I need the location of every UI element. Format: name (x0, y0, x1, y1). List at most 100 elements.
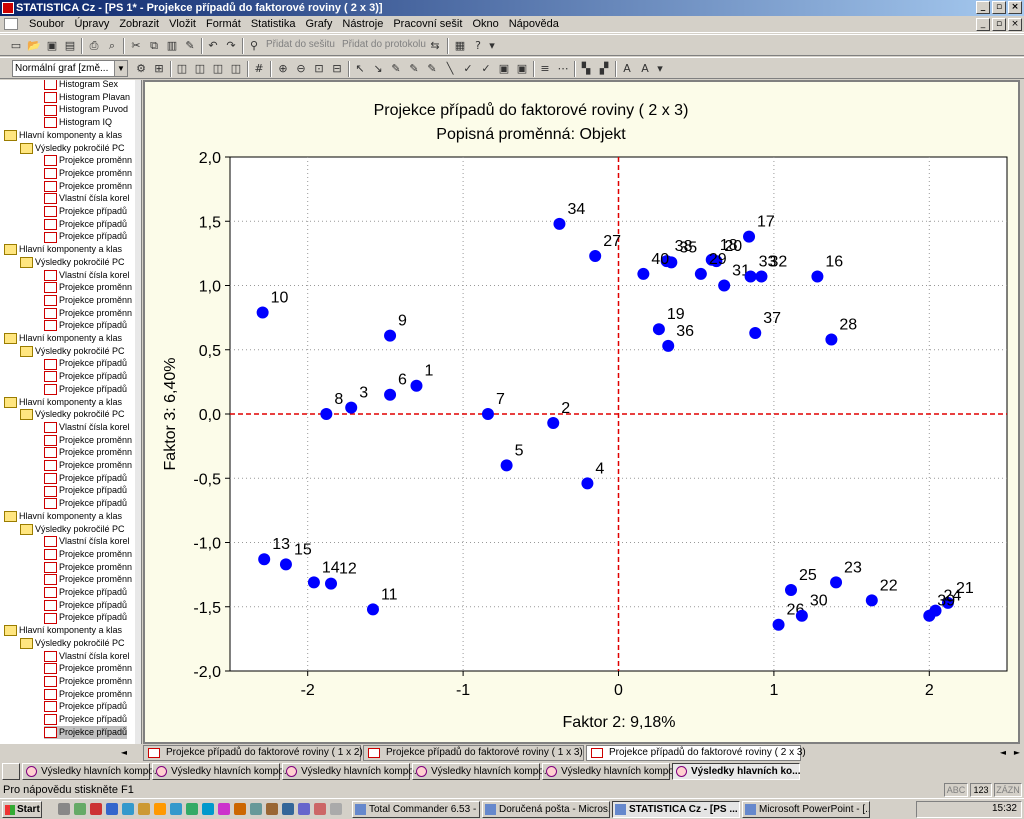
tree-item[interactable]: Projekce případů (44, 383, 127, 396)
edit-icon-1[interactable]: ✎ (388, 61, 404, 77)
tree-item[interactable]: Projekce proměnn (44, 459, 132, 472)
menu-item-2[interactable]: Zobrazit (114, 18, 164, 30)
tree-item[interactable]: Výsledky pokročilé PC (20, 408, 125, 421)
minimize-button[interactable]: _ (976, 1, 990, 14)
edit-icon-3[interactable]: ✎ (424, 61, 440, 77)
tree-item[interactable]: Projekce proměnn (44, 446, 132, 459)
tree-item[interactable]: Vlastní čísla korel (44, 650, 130, 663)
quicklaunch-icon-4[interactable] (122, 803, 134, 815)
brush-icon[interactable]: ↘ (370, 61, 386, 77)
quicklaunch-icon-9[interactable] (202, 803, 214, 815)
tree-item[interactable]: Projekce proměnn (44, 307, 132, 320)
menu-item-3[interactable]: Vložit (164, 18, 201, 30)
menu-item-5[interactable]: Statistika (246, 18, 301, 30)
plot-icon-1[interactable]: ◫ (174, 61, 190, 77)
edit-icon-2[interactable]: ✎ (406, 61, 422, 77)
graph-window[interactable]: -2 -1 0 1 2 2,0 1,5 1,0 0,5 0,0 -0,5 -1,0 -1,5 -2,0 1 2… (143, 80, 1020, 744)
tree-item[interactable]: Vlastní čísla korel (44, 192, 130, 205)
tree-item[interactable]: Projekce proměnn (44, 688, 132, 701)
workbook-tree[interactable]: Histogram Sex Histogram Plavan Histogram P… (0, 80, 142, 744)
redo-icon[interactable]: ↷ (223, 38, 239, 54)
undo-icon[interactable]: ↶ (205, 38, 221, 54)
tree-item[interactable]: Vlastní čísla korel (44, 269, 130, 282)
save-icon[interactable]: ▣ (44, 38, 60, 54)
tree-item[interactable]: Projekce proměnn (44, 548, 132, 561)
tree-item[interactable]: Hlavní komponenty a klas (4, 624, 122, 637)
plot-icon-4[interactable]: ◫ (228, 61, 244, 77)
taskbar-task-2[interactable]: Doručená pošta - Micros... (482, 801, 610, 818)
chevron-down-icon[interactable]: ▼ (114, 61, 127, 76)
menu-item-4[interactable]: Formát (201, 18, 246, 30)
quicklaunch-icon-5[interactable] (138, 803, 150, 815)
quicklaunch-icon-2[interactable] (90, 803, 102, 815)
tree-item[interactable]: Projekce případů (44, 586, 127, 599)
quicklaunch-icon-13[interactable] (266, 803, 278, 815)
doc-close-button[interactable]: × (1008, 18, 1022, 31)
quicklaunch-icon-8[interactable] (186, 803, 198, 815)
taskbar-task-3[interactable]: STATISTICA Cz - [PS ... (612, 801, 740, 818)
tree-item[interactable]: Projekce proměnn (44, 675, 132, 688)
tree-item[interactable]: Výsledky pokročilé PC (20, 345, 125, 358)
menu-item-6[interactable]: Grafy (300, 18, 337, 30)
tree-item[interactable]: Projekce proměnn (44, 561, 132, 574)
tree-item[interactable]: Projekce případů (44, 319, 127, 332)
tree-item[interactable]: Projekce proměnn (44, 167, 132, 180)
quicklaunch-icon-14[interactable] (282, 803, 294, 815)
pdf-icon[interactable]: ▤ (62, 38, 78, 54)
hscroll-right[interactable]: ► (1010, 745, 1024, 760)
tree-item[interactable]: Hlavní komponenty a klas (4, 129, 122, 142)
lines-icon[interactable]: ≡ (537, 61, 553, 77)
maximize-button[interactable]: ▫ (992, 1, 1006, 14)
menu-item-7[interactable]: Nástroje (337, 18, 388, 30)
tree-item[interactable]: Projekce případů (44, 484, 127, 497)
doc-restore-button[interactable]: ▫ (992, 18, 1006, 31)
window-button-3[interactable]: Výsledky hlavních kompo... (282, 763, 422, 780)
tree-item[interactable]: Hlavní komponenty a klas (4, 396, 122, 409)
window-button-6[interactable]: Výsledky hlavních ko... (672, 763, 801, 780)
tree-item[interactable]: Vlastní čísla korel (44, 421, 130, 434)
taskbar-task-4[interactable]: Microsoft PowerPoint - [... (742, 801, 870, 818)
books-icon[interactable]: ▦ (452, 38, 468, 54)
menu-item-8[interactable]: Pracovní sešit (388, 18, 467, 30)
copy-graph-icon[interactable]: ▣ (514, 61, 530, 77)
graph-type-select[interactable]: Normální graf [změ... ▼ (12, 60, 128, 77)
grid-view-icon[interactable] (2, 763, 20, 780)
add-to-protocol-button[interactable]: Přidat do protokolu (342, 39, 426, 50)
font-size-down-icon[interactable]: A (637, 61, 653, 77)
menu-item-9[interactable]: Okno (467, 18, 503, 30)
graph-tab-2[interactable]: Projekce případů do faktorové roviny ( 1… (363, 745, 584, 761)
chevron-down-icon[interactable]: ▾ (652, 61, 668, 77)
layout-icon-1[interactable]: ▚ (578, 61, 594, 77)
tree-item[interactable]: Výsledky pokročilé PC (20, 637, 125, 650)
tree-item[interactable]: Hlavní komponenty a klas (4, 243, 122, 256)
desktop-icon[interactable] (58, 803, 70, 815)
format-painter-icon[interactable]: ✎ (182, 38, 198, 54)
zoom-out-icon[interactable]: ⊖ (293, 61, 309, 77)
tree-item[interactable]: Projekce případů (44, 205, 127, 218)
quicklaunch-icon-7[interactable] (170, 803, 182, 815)
tree-item[interactable]: Projekce případů (44, 700, 127, 713)
tree-item[interactable]: Histogram Plavan (44, 91, 130, 104)
tree-item[interactable]: Projekce proměnn (44, 154, 132, 167)
tree-item[interactable]: Projekce případů (44, 230, 127, 243)
quicklaunch-icon-15[interactable] (298, 803, 310, 815)
tree-item[interactable]: Projekce případů (44, 472, 127, 485)
tree-item[interactable]: Projekce proměnn (44, 434, 132, 447)
plot-icon-3[interactable]: ◫ (210, 61, 226, 77)
new-icon[interactable]: ▭ (8, 38, 24, 54)
tree-item[interactable]: Projekce případů (44, 599, 127, 612)
check-icon-1[interactable]: ✓ (460, 61, 476, 77)
close-button[interactable]: × (1008, 1, 1022, 14)
menu-item-10[interactable]: Nápověda (504, 18, 564, 30)
tree-item[interactable]: Hlavní komponenty a klas (4, 332, 122, 345)
graph-options-icon[interactable]: ⚙ (133, 61, 149, 77)
quicklaunch-icon-17[interactable] (330, 803, 342, 815)
draw-line-icon[interactable]: ╲ (442, 61, 458, 77)
window-button-4[interactable]: Výsledky hlavních kompo... (412, 763, 552, 780)
tree-item[interactable]: Výsledky pokročilé PC (20, 256, 125, 269)
doc-minimize-button[interactable]: _ (976, 18, 990, 31)
print-preview-icon[interactable]: ⌕ (104, 38, 120, 54)
tree-item[interactable]: Projekce proměnn (44, 294, 132, 307)
font-size-up-icon[interactable]: A (619, 61, 635, 77)
tree-item[interactable]: Projekce případů (44, 713, 127, 726)
